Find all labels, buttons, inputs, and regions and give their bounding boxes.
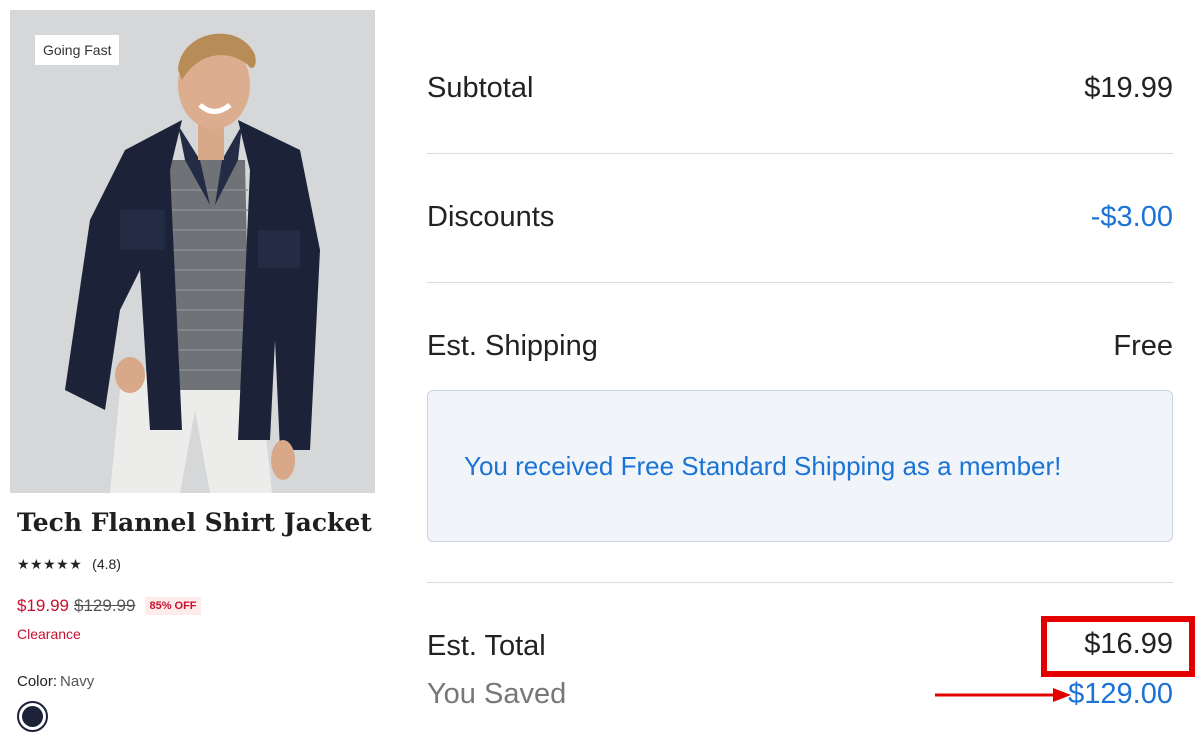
color-row: Color: Navy <box>17 673 94 690</box>
arrow-right-icon <box>935 688 1071 702</box>
shipping-notice-text: You received Free Standard Shipping as a… <box>464 450 1062 481</box>
shipping-notice: You received Free Standard Shipping as a… <box>427 390 1173 542</box>
price-row: $19.99 $129.99 85% OFF <box>17 596 201 616</box>
product-image[interactable]: Going Fast <box>10 10 375 493</box>
product-card: Going Fast Tech Flannel Shirt Jacket ★★★… <box>0 0 390 740</box>
divider <box>427 153 1173 154</box>
shipping-label: Est. Shipping <box>427 330 598 362</box>
star-rating-icon: ★★★★★ <box>17 556 83 572</box>
model-photo <box>10 10 375 493</box>
clearance-label: Clearance <box>17 626 81 642</box>
discount-badge: 85% OFF <box>145 597 201 615</box>
subtotal-value: $19.99 <box>1084 72 1173 104</box>
color-swatch-navy[interactable] <box>17 701 48 732</box>
rating-count: (4.8) <box>92 556 121 572</box>
shipping-value: Free <box>1113 330 1173 362</box>
subtotal-label: Subtotal <box>427 72 534 104</box>
subtotal-row: Subtotal $19.99 <box>427 72 1173 105</box>
discounts-value[interactable]: -$3.00 <box>1091 201 1173 234</box>
saved-label: You Saved <box>427 678 567 710</box>
highlight-box <box>1041 616 1195 677</box>
total-label: Est. Total <box>427 630 546 662</box>
going-fast-badge: Going Fast <box>35 35 120 65</box>
saved-value: $129.00 <box>1068 678 1173 710</box>
divider <box>427 282 1173 283</box>
discounts-label: Discounts <box>427 201 555 233</box>
swatch-fill <box>22 706 43 727</box>
color-value: Navy <box>60 673 95 690</box>
original-price: $129.99 <box>74 596 136 615</box>
product-title[interactable]: Tech Flannel Shirt Jacket <box>17 508 372 537</box>
color-label: Color: <box>17 673 58 690</box>
discounts-row: Discounts -$3.00 <box>427 201 1173 234</box>
shipping-row: Est. Shipping Free <box>427 330 1173 363</box>
product-rating[interactable]: ★★★★★ (4.8) <box>17 556 121 573</box>
divider <box>427 582 1173 583</box>
sale-price: $19.99 <box>17 596 69 615</box>
